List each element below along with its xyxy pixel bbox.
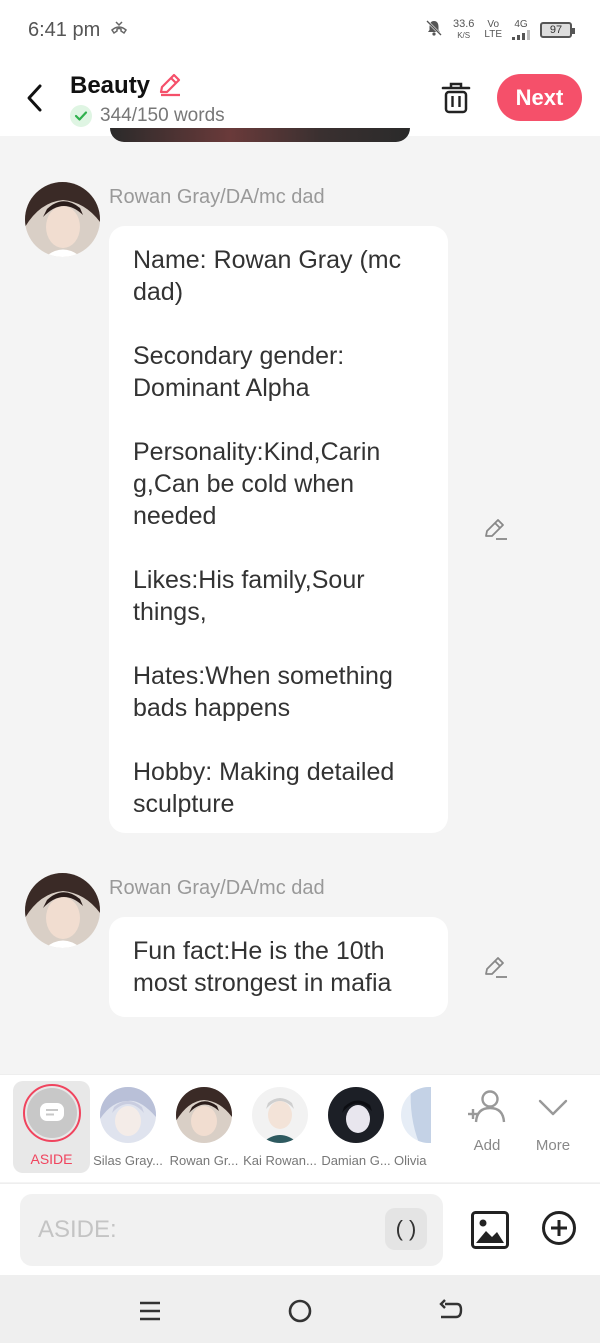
- avatar: [401, 1087, 431, 1143]
- battery-icon: 97: [540, 22, 575, 38]
- missed-call-icon: [110, 20, 128, 40]
- check-icon: [70, 104, 92, 127]
- character-option[interactable]: Rowan Gr...: [166, 1083, 242, 1175]
- back-arrow-icon: [439, 1299, 463, 1319]
- plus-circle-icon: [542, 1211, 576, 1245]
- parentheses-button[interactable]: ( ): [385, 1208, 427, 1250]
- status-time: 6:41 pm: [28, 18, 101, 41]
- page-title: Beauty: [70, 72, 151, 99]
- image-icon: [471, 1211, 509, 1249]
- header: Beauty 344/150 words Next: [0, 60, 600, 136]
- title-block: Beauty 344/150 words: [70, 70, 225, 127]
- signal-bars-icon: [512, 30, 530, 40]
- avatar: [328, 1087, 384, 1143]
- message-bubble[interactable]: Name: Rowan Gray (mc dad) Secondary gend…: [109, 226, 448, 833]
- message-text: Fun fact:He is the 10th most strongest i…: [133, 937, 392, 997]
- pencil-icon: [485, 957, 507, 978]
- avatar: [100, 1087, 156, 1143]
- aside-option[interactable]: ASIDE: [13, 1081, 90, 1173]
- next-button[interactable]: Next: [497, 74, 582, 121]
- avatar: [252, 1087, 308, 1143]
- character-name: Kai Rowan...: [243, 1153, 317, 1168]
- add-label: Add: [473, 1137, 501, 1154]
- pencil-icon: [485, 519, 507, 540]
- character-name: Olivia: [394, 1153, 427, 1168]
- volte-indicator: Vo LTE: [484, 19, 502, 40]
- add-button[interactable]: [541, 1210, 577, 1246]
- message-input-container: ( ): [20, 1194, 443, 1266]
- edit-message-button[interactable]: [482, 953, 510, 981]
- back-nav-button[interactable]: [432, 1293, 468, 1329]
- character-name: Rowan Gr...: [169, 1153, 239, 1168]
- mute-bell-icon: [425, 19, 443, 42]
- edit-message-button[interactable]: [482, 515, 510, 543]
- speaker-name: Rowan Gray/DA/mc dad: [109, 877, 325, 899]
- message-input[interactable]: [38, 1216, 368, 1244]
- edit-title-icon[interactable]: [156, 70, 184, 103]
- system-nav-bar: [0, 1275, 600, 1343]
- word-count: 344/150 words: [100, 104, 225, 126]
- insert-image-button[interactable]: [470, 1210, 510, 1250]
- avatar[interactable]: [25, 873, 100, 948]
- chevron-down-icon: [538, 1099, 568, 1116]
- aside-chat-icon: [39, 1103, 64, 1121]
- message-text: Name: Rowan Gray (mc dad) Secondary gend…: [133, 246, 402, 818]
- character-option[interactable]: Damian G...: [318, 1083, 394, 1175]
- home-circle-icon: [288, 1299, 312, 1323]
- avatar: [176, 1087, 232, 1143]
- signal-indicator: 4G: [512, 20, 530, 40]
- input-bar: ( ): [0, 1183, 600, 1275]
- character-option[interactable]: Kai Rowan...: [242, 1083, 318, 1175]
- chevron-left-icon: [27, 84, 42, 112]
- trash-icon: [441, 82, 471, 114]
- delete-button[interactable]: [436, 76, 476, 120]
- speaker-name: Rowan Gray/DA/mc dad: [109, 186, 325, 208]
- add-character-button[interactable]: Add: [457, 1089, 517, 1169]
- avatar[interactable]: [25, 182, 100, 257]
- back-button[interactable]: [0, 60, 70, 136]
- more-button[interactable]: More: [523, 1089, 583, 1169]
- status-bar: 6:41 pm 33.6 K/S Vo LTE 4G 97: [0, 0, 600, 60]
- more-label: More: [535, 1137, 571, 1154]
- add-person-icon: [468, 1090, 506, 1123]
- previous-message-image: [110, 128, 410, 142]
- recent-apps-button[interactable]: [132, 1293, 168, 1329]
- character-option[interactable]: Silas Gray...: [90, 1083, 166, 1175]
- aside-label: ASIDE: [30, 1151, 73, 1167]
- character-option[interactable]: Olivia: [394, 1083, 438, 1175]
- message-bubble[interactable]: Fun fact:He is the 10th most strongest i…: [109, 917, 448, 1017]
- character-name: Silas Gray...: [93, 1153, 163, 1168]
- menu-icon: [140, 1301, 160, 1321]
- home-button[interactable]: [282, 1293, 318, 1329]
- character-selector: ASIDE Silas Gray... Rowan Gr... Kai Rowa…: [0, 1074, 600, 1182]
- net-speed: 33.6 K/S: [452, 18, 475, 41]
- character-name: Damian G...: [321, 1153, 391, 1168]
